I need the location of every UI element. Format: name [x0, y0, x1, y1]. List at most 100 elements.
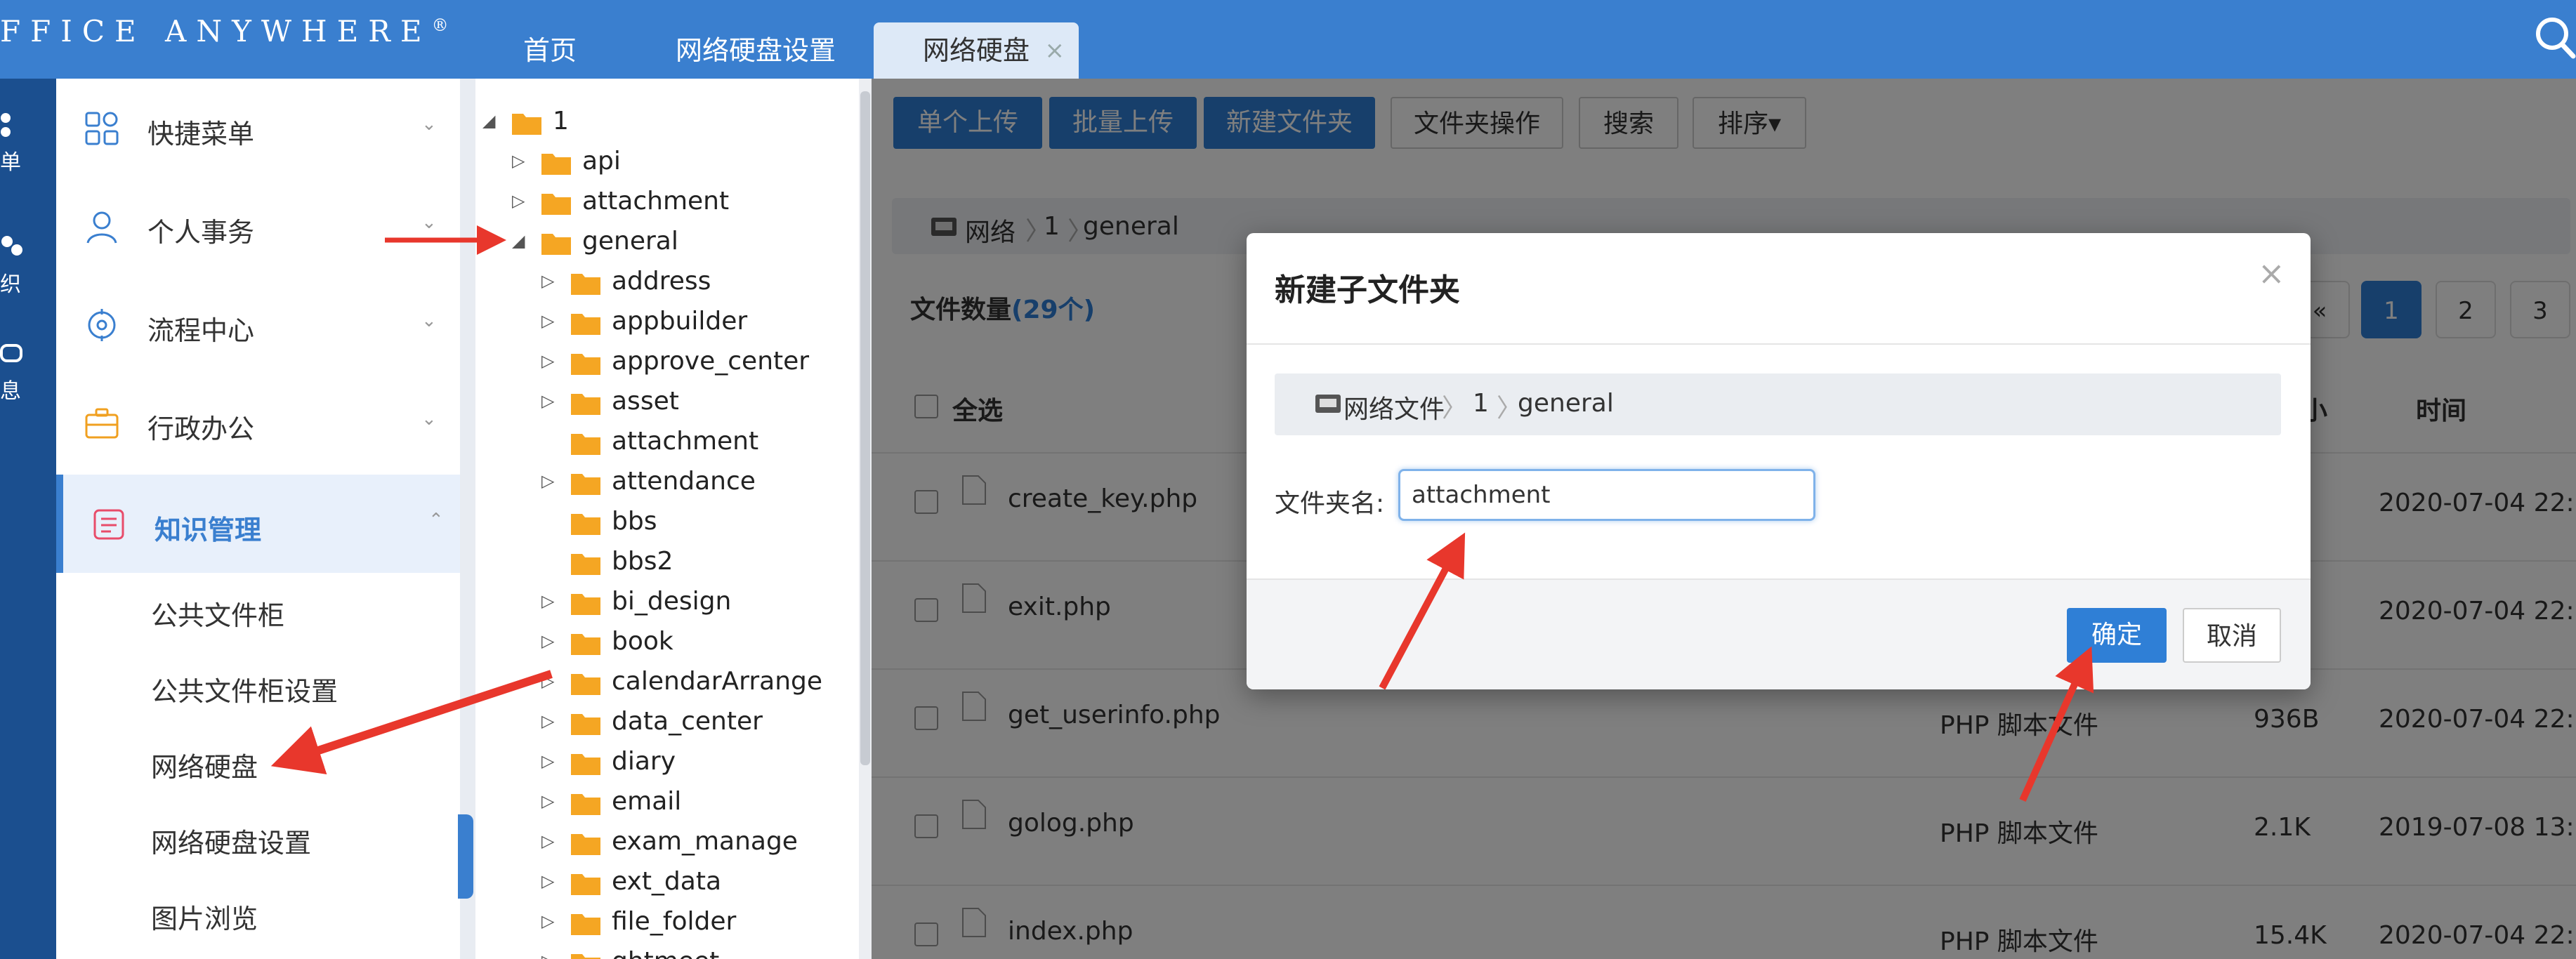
sidebar-item-label: 知识管理: [155, 515, 262, 545]
dialog-footer: 确定 取消: [1247, 578, 2311, 689]
tree-toggle-icon[interactable]: ▷: [541, 751, 563, 771]
dialog-breadcrumb-level2: general: [1518, 389, 1614, 418]
folder-tree: ◢ 1 ▷ api ▷ attachment ◢ general ▷ address ▷ a…: [475, 79, 867, 959]
folder-icon: [571, 554, 600, 575]
dialog-breadcrumb-root: 网络文件: [1343, 395, 1445, 424]
tree-toggle-icon[interactable]: ▷: [541, 711, 563, 731]
splitter-handle[interactable]: [458, 814, 473, 899]
knowledge-icon: [93, 509, 124, 540]
tree-node-label: book: [612, 627, 673, 656]
divider: [1247, 343, 2311, 345]
folder-icon: [571, 834, 600, 855]
tree-node-label: approve_center: [612, 347, 810, 376]
folder-icon: [541, 154, 571, 175]
sidebar-subitem-image-browse[interactable]: 图片浏览: [151, 897, 258, 936]
tree-toggle-icon[interactable]: ◢: [482, 111, 504, 131]
tab-home[interactable]: 首页: [523, 22, 577, 79]
tree-node-label: asset: [612, 387, 679, 416]
folder-icon: [541, 234, 571, 255]
rail-menu-label: 单: [0, 150, 21, 175]
tree-node-label: calendarArrange: [612, 667, 823, 696]
tree-toggle-icon[interactable]: ▷: [541, 871, 563, 891]
sidebar-subitem-public-cabinet-settings[interactable]: 公共文件柜设置: [151, 670, 338, 708]
tree-toggle-icon[interactable]: ▷: [541, 831, 563, 851]
tree-toggle-icon[interactable]: ▷: [541, 591, 563, 611]
tree-node-label: address: [612, 267, 711, 296]
folder-icon: [571, 434, 600, 455]
tree-toggle-icon[interactable]: ▷: [541, 911, 563, 931]
folder-icon: [571, 674, 600, 695]
sidebar-item-knowledge[interactable]: 知识管理 ⌃: [56, 475, 460, 573]
folder-icon: [571, 514, 600, 535]
tree-toggle-icon[interactable]: ◢: [512, 231, 533, 251]
tab-netdisk-settings[interactable]: 网络硬盘设置: [676, 22, 836, 79]
user-icon: [86, 211, 117, 244]
confirm-button[interactable]: 确定: [2067, 608, 2167, 663]
tree-node-label: data_center: [612, 707, 763, 736]
tree-node-label: bbs2: [612, 547, 673, 576]
folder-icon: [571, 394, 600, 415]
tree-node-label: api: [582, 147, 621, 176]
chevron-down-icon: ⌄: [421, 409, 437, 430]
sidebar-menu: 快捷菜单 ⌄ 个人事务 ⌄ 流程中心 ⌄ 行政办公 ⌄ 知识管理 ⌃ 公共文件柜…: [56, 79, 460, 959]
folder-icon: [571, 874, 600, 895]
tree-toggle-icon[interactable]: ▷: [512, 191, 533, 211]
folder-icon: [571, 474, 600, 495]
tree-node-label: attachment: [612, 427, 759, 456]
tree-scrollbar-thumb[interactable]: [860, 91, 870, 765]
sidebar-item-label: 行政办公: [147, 414, 255, 444]
sidebar-item-workflow[interactable]: 流程中心 ⌄: [56, 275, 460, 373]
sidebar-item-label: 快捷菜单: [147, 119, 255, 150]
tree-toggle-icon[interactable]: ▷: [512, 151, 533, 171]
tree-toggle-icon[interactable]: ▷: [541, 631, 563, 651]
tree-node-label: bi_design: [612, 587, 732, 616]
chevron-down-icon: ⌄: [421, 212, 437, 233]
tree-node-label: ghtmeet: [612, 947, 719, 959]
tree-toggle-icon[interactable]: ▷: [541, 951, 563, 959]
dialog-breadcrumb: 网络文件 〉 1 〉 general: [1275, 373, 2281, 435]
folder-icon: [571, 714, 600, 735]
cancel-button[interactable]: 取消: [2183, 608, 2281, 663]
tree-toggle-icon[interactable]: ▷: [541, 391, 563, 411]
rail-org-label: 织: [0, 272, 21, 297]
tree-toggle-icon[interactable]: ▷: [541, 311, 563, 331]
sidebar-subitem-public-cabinet[interactable]: 公共文件柜: [151, 594, 284, 633]
dialog-title: 新建子文件夹: [1275, 272, 1460, 308]
tree-toggle-icon[interactable]: ▷: [541, 471, 563, 491]
sidebar-item-shortcuts[interactable]: 快捷菜单 ⌄: [56, 79, 460, 177]
folder-icon: [571, 794, 600, 815]
top-bar: FFICE ANYWHERE® 首页 网络硬盘设置 网络硬盘 ×: [0, 0, 2576, 79]
dialog-breadcrumb-level1: 1: [1473, 389, 1489, 418]
tree-toggle-icon[interactable]: ▷: [541, 791, 563, 811]
close-icon[interactable]: ×: [2258, 254, 2285, 292]
breadcrumb-separator: 〉: [1442, 394, 1468, 423]
sidebar-subitem-netdisk-settings[interactable]: 网络硬盘设置: [151, 821, 311, 860]
folder-icon: [571, 634, 600, 655]
folder-icon: [512, 114, 541, 135]
tree-node-label: ext_data: [612, 867, 722, 896]
rail-message-label: 息: [0, 379, 21, 404]
tree-node-label: email: [612, 787, 682, 816]
folder-name-input[interactable]: [1398, 469, 1815, 521]
sidebar-item-personal[interactable]: 个人事务 ⌄: [56, 177, 460, 275]
folder-icon: [571, 954, 600, 959]
tab-netdisk[interactable]: 网络硬盘 ×: [874, 22, 1079, 79]
folder-icon: [571, 914, 600, 935]
tree-toggle-icon[interactable]: ▷: [541, 671, 563, 691]
tree-node-label: general: [582, 227, 678, 256]
tab-close-icon[interactable]: ×: [1045, 22, 1065, 79]
tree-toggle-icon[interactable]: ▷: [541, 351, 563, 371]
search-icon[interactable]: [2534, 13, 2576, 62]
tree-toggle-icon[interactable]: ▷: [541, 271, 563, 291]
sidebar-item-admin[interactable]: 行政办公 ⌄: [56, 373, 460, 472]
tree-node-label: file_folder: [612, 907, 737, 936]
chevron-down-icon: ⌄: [421, 310, 437, 331]
tree-node-label: attendance: [612, 467, 756, 496]
disk-icon: [1315, 395, 1341, 413]
folder-icon: [571, 754, 600, 775]
org-icon: [1, 236, 22, 256]
workflow-icon: [88, 309, 116, 341]
sidebar-subitem-netdisk[interactable]: 网络硬盘: [151, 746, 258, 784]
tree-node-label: attachment: [582, 187, 730, 216]
folder-icon: [571, 314, 600, 335]
